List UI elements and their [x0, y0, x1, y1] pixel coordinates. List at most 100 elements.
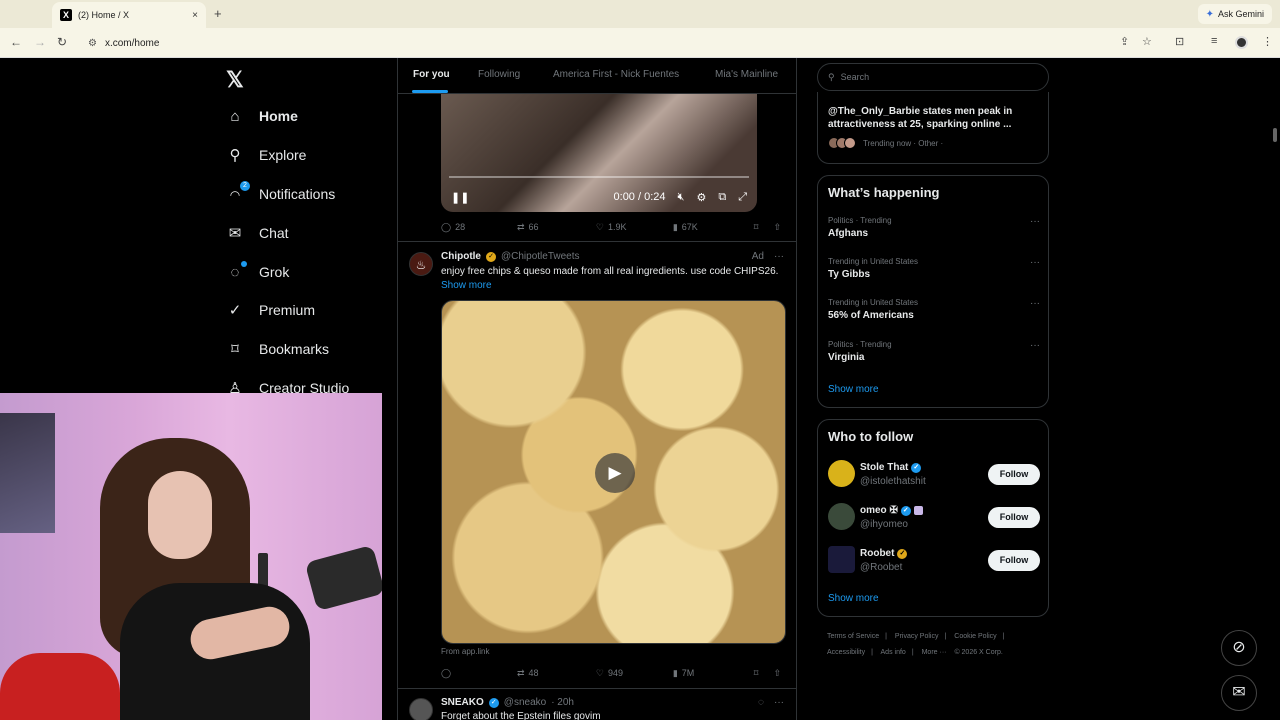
mute-icon[interactable]: 🔇︎: [678, 191, 685, 204]
video-player[interactable]: ❚❚ 0:00 / 0:24 🔇︎ ⚙ ⧉ ⤢: [441, 94, 757, 212]
pip-icon[interactable]: ⧉: [718, 191, 726, 204]
more-icon[interactable]: ···: [774, 697, 784, 708]
reload-icon[interactable]: ↻: [57, 35, 67, 49]
extensions-icon[interactable]: ⊡: [1175, 35, 1184, 48]
scrollbar[interactable]: [1272, 60, 1278, 720]
more-icon[interactable]: ···: [1030, 257, 1040, 268]
footer-link[interactable]: Cookie Policy: [954, 633, 996, 640]
ask-gemini-button[interactable]: ✦ Ask Gemini: [1197, 4, 1272, 24]
tab-for-you[interactable]: For you: [413, 69, 450, 80]
bookmark-button[interactable]: ⌑: [754, 668, 774, 679]
trend-item[interactable]: Trending in United States Ty Gibbs ···: [828, 257, 1040, 280]
nav-chat-label: Chat: [259, 225, 289, 241]
share-button[interactable]: ⇧: [773, 222, 781, 233]
follow-suggestion[interactable]: Roobet ✓ @Roobet Follow: [828, 546, 1040, 576]
address-bar[interactable]: ⚙ x.com/home: [82, 32, 1112, 54]
author-handle[interactable]: @sneako: [504, 697, 546, 708]
avatar-stack: [828, 137, 856, 149]
repost-button[interactable]: ⇄ 48: [517, 668, 596, 679]
footer-link[interactable]: Accessibility: [827, 649, 865, 656]
show-more-link[interactable]: Show more: [828, 593, 879, 604]
reading-list-icon[interactable]: ≡: [1211, 35, 1217, 47]
divider: [398, 241, 796, 242]
repost-button[interactable]: ⇄ 66: [517, 222, 596, 233]
author-handle[interactable]: @ChipotleTweets: [501, 251, 580, 262]
back-icon[interactable]: ←: [10, 35, 22, 49]
trend-item[interactable]: Politics · Trending Virginia ···: [828, 340, 1040, 363]
play-icon[interactable]: ▶: [595, 453, 635, 493]
follow-button[interactable]: Follow: [988, 550, 1040, 571]
webcam-poster: [0, 413, 55, 533]
follow-button[interactable]: Follow: [988, 464, 1040, 485]
messages-fab-icon[interactable]: ✉: [1221, 675, 1257, 711]
nav-grok[interactable]: ◌ Grok: [226, 260, 289, 284]
fullscreen-icon[interactable]: ⤢: [738, 191, 747, 204]
more-icon[interactable]: ···: [1030, 298, 1040, 309]
like-button[interactable]: ♡ 949: [596, 668, 673, 679]
install-icon[interactable]: ⇪: [1120, 35, 1129, 48]
tab-mias-mainline[interactable]: Mia's Mainline: [715, 69, 778, 80]
trend-item[interactable]: Politics · Trending Afghans ···: [828, 216, 1040, 239]
settings-icon[interactable]: ⚙: [696, 191, 706, 204]
pause-icon[interactable]: ❚❚: [451, 191, 469, 204]
show-more-link[interactable]: Show more: [828, 384, 879, 395]
follow-suggestion[interactable]: omeo ✠ ✓ @ihyomeo Follow: [828, 503, 1040, 533]
bookmark-button[interactable]: ⌑: [754, 222, 774, 233]
star-icon[interactable]: ☆: [1142, 35, 1152, 48]
footer-link[interactable]: Terms of Service: [827, 633, 879, 640]
tab-america-first[interactable]: America First - Nick Fuentes: [553, 69, 679, 80]
ad-video[interactable]: ▶: [441, 300, 786, 644]
trend-item[interactable]: Trending in United States 56% of America…: [828, 298, 1040, 321]
post-time[interactable]: · 20h: [551, 697, 574, 708]
footer-link[interactable]: More ···: [922, 649, 947, 656]
reply-button[interactable]: ◯ 28: [441, 222, 517, 233]
grok-icon[interactable]: ◌: [758, 697, 764, 708]
browser-tab[interactable]: X (2) Home / X ×: [52, 2, 206, 28]
more-icon[interactable]: ···: [774, 251, 784, 262]
site-settings-icon[interactable]: ⚙: [88, 38, 97, 49]
avatar[interactable]: [828, 460, 855, 487]
tab-following[interactable]: Following: [478, 69, 520, 80]
footer-link[interactable]: Ads info: [881, 649, 906, 656]
author-name[interactable]: Chipotle: [441, 251, 481, 262]
new-tab-button[interactable]: +: [214, 6, 222, 21]
nav-home[interactable]: ⌂ Home: [226, 104, 297, 128]
author-name[interactable]: SNEAKO: [441, 697, 484, 708]
nav-chat[interactable]: ✉ Chat: [226, 221, 289, 245]
profile-avatar[interactable]: [1235, 36, 1248, 49]
nav-grok-label: Grok: [259, 264, 290, 280]
avatar[interactable]: ♨: [409, 252, 433, 276]
webcam-microphone: [304, 544, 382, 612]
ad-source[interactable]: From app.link: [441, 647, 489, 656]
trending-story[interactable]: @The_Only_Barbie states men peak in attr…: [817, 92, 1049, 164]
follow-button[interactable]: Follow: [988, 507, 1040, 528]
views-button[interactable]: ▮ 67K: [673, 222, 754, 233]
nav-notifications-label: Notifications: [259, 186, 336, 202]
more-icon[interactable]: ···: [1030, 216, 1040, 227]
nav-notifications[interactable]: ◠ 2 Notifications: [226, 180, 336, 206]
account-handle: @istolethatshit: [860, 476, 926, 487]
close-tab-icon[interactable]: ×: [192, 10, 198, 21]
nav-explore[interactable]: ⚲ Explore: [226, 143, 307, 167]
x-logo[interactable]: 𝕏: [226, 67, 244, 93]
nav-premium[interactable]: ✓ Premium: [226, 298, 315, 322]
grok-fab-icon[interactable]: ⊘: [1221, 630, 1257, 666]
views-button[interactable]: ▮ 7M: [673, 668, 754, 679]
scrollbar-thumb[interactable]: [1273, 128, 1277, 142]
nav-bookmarks[interactable]: ⌑ Bookmarks: [226, 337, 329, 361]
avatar[interactable]: [409, 698, 433, 720]
show-more-link[interactable]: Show more: [441, 280, 492, 291]
reply-button[interactable]: ◯: [441, 668, 517, 679]
search-input[interactable]: ⚲ Search: [817, 63, 1049, 91]
forward-icon[interactable]: →: [34, 35, 46, 49]
share-button[interactable]: ⇧: [773, 668, 781, 679]
footer-link[interactable]: Privacy Policy: [895, 633, 939, 640]
more-icon[interactable]: ···: [1030, 340, 1040, 351]
avatar[interactable]: [828, 546, 855, 573]
menu-icon[interactable]: ⋮: [1262, 35, 1273, 48]
avatar[interactable]: [828, 503, 855, 530]
like-button[interactable]: ♡ 1.9K: [596, 222, 673, 233]
verified-icon: ✓: [911, 462, 922, 473]
follow-suggestion[interactable]: Stole That ✓ @istolethatshit Follow: [828, 460, 1040, 490]
video-progress[interactable]: [449, 176, 749, 178]
